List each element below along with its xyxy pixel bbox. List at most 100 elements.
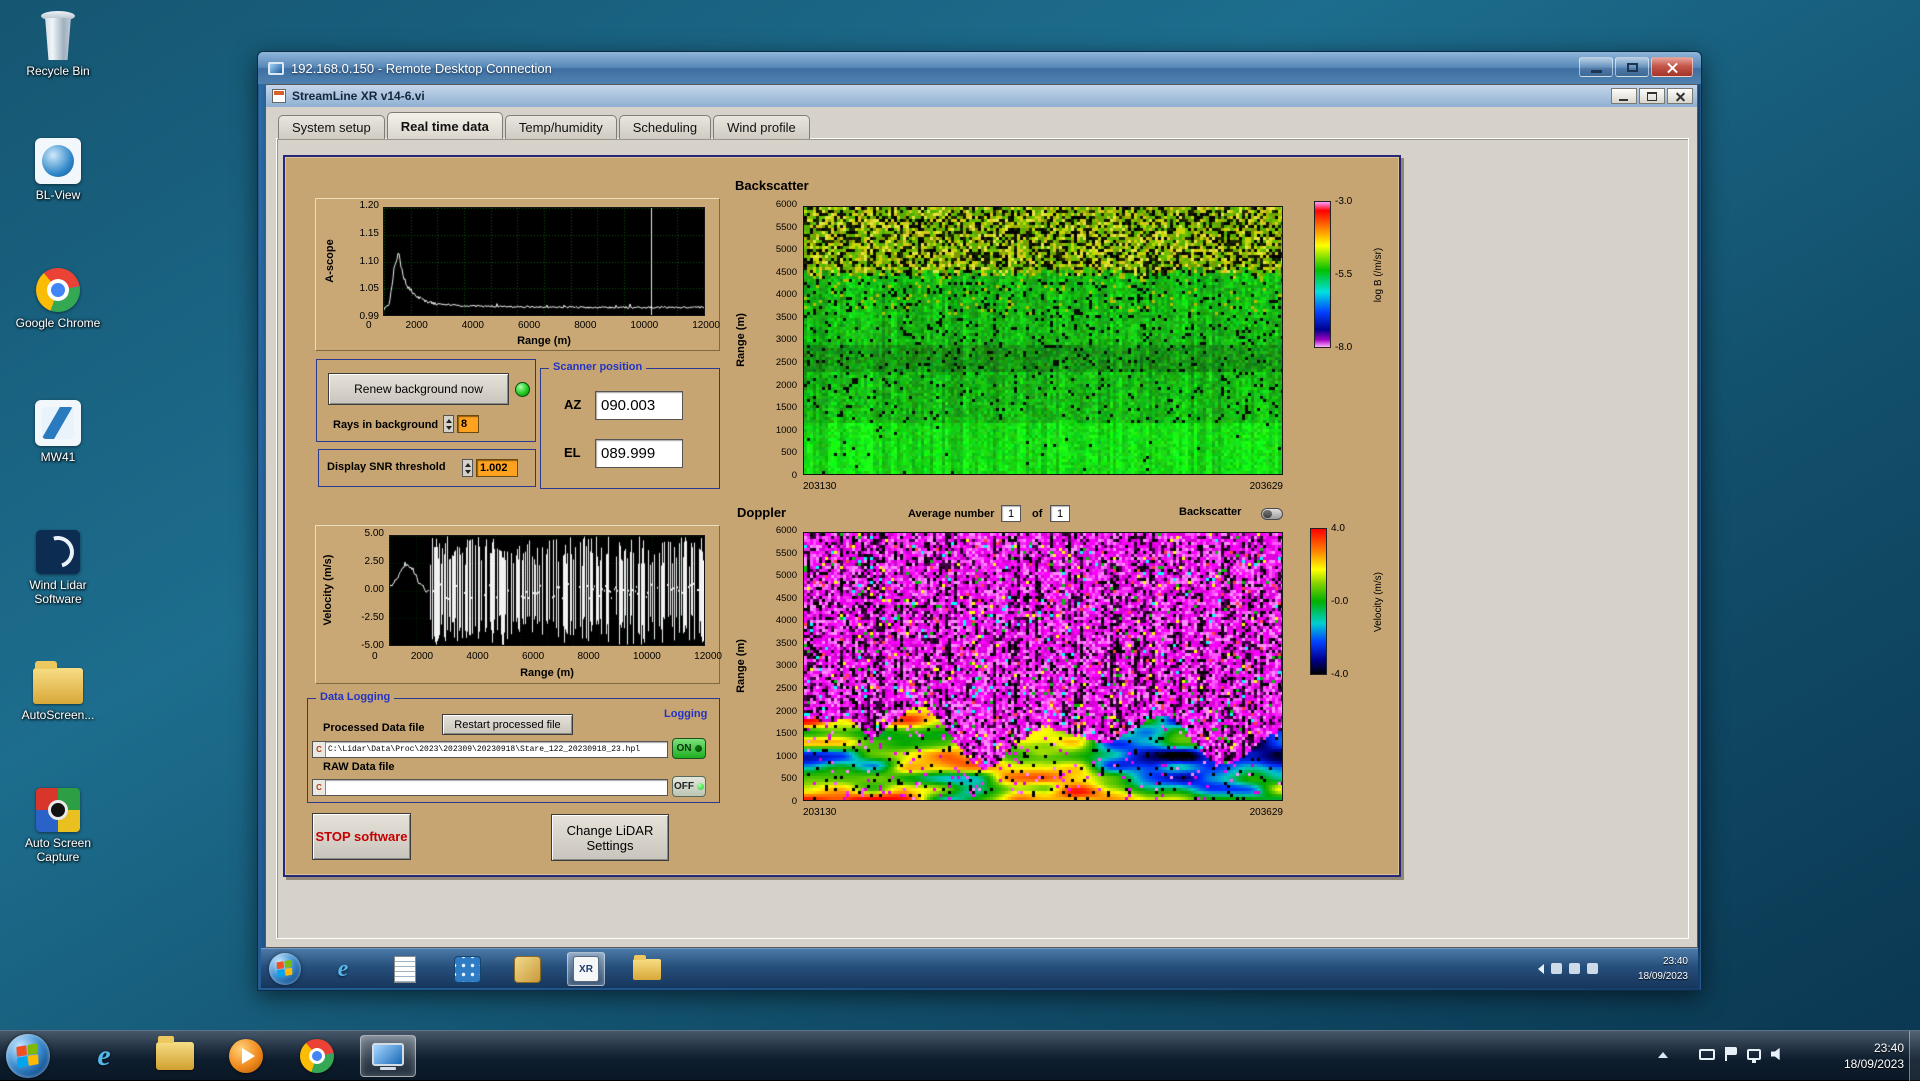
change-lidar-settings-button[interactable]: Change LiDAR Settings (551, 814, 669, 861)
remote-task-streamline-xr[interactable]: XR (567, 952, 605, 986)
app-minimize-button[interactable] (1611, 88, 1637, 104)
snr-value-field[interactable]: 1.002 (476, 459, 518, 477)
velocity-x-ticks: 0 2000 4000 6000 8000 10000 12000 (372, 652, 722, 662)
velocity-plot (389, 535, 705, 646)
remote-task-blue-app[interactable] (449, 952, 485, 986)
desktop-icon-google-chrome[interactable]: Google Chrome (8, 268, 108, 330)
drive-icon[interactable]: C (313, 780, 326, 795)
average-number-field[interactable]: 1 (1001, 505, 1021, 522)
processed-path-text: C:\Lidar\Data\Proc\2023\202309\20230918\… (328, 745, 641, 754)
raw-path-field[interactable]: C (312, 779, 668, 796)
el-value-field[interactable]: 089.999 (595, 439, 683, 468)
remote-tray-network-icon[interactable] (1551, 963, 1562, 974)
tab-scheduling[interactable]: Scheduling (618, 115, 712, 139)
tray-network-icon[interactable] (1747, 1048, 1761, 1063)
backscatter-colorbar-label: log B (/m/sr) (1373, 247, 1384, 303)
tick-label: 5500 (775, 221, 797, 233)
remote-clock-date: 18/09/2023 (1637, 971, 1688, 982)
start-button[interactable] (6, 1034, 50, 1078)
rdp-close-button[interactable] (1651, 57, 1693, 77)
desktop-icon-label: Recycle Bin (26, 64, 90, 78)
tick-label: -8.0 (1335, 342, 1353, 353)
remote-task-notepad[interactable] (387, 952, 423, 986)
average-total-field[interactable]: 1 (1050, 505, 1070, 522)
tick-label: 2000 (405, 320, 428, 331)
doppler-x-ticks: 203130 203629 (803, 807, 1283, 818)
tray-keyboard-icon[interactable] (1699, 1048, 1715, 1060)
tray-action-center-flag-icon[interactable] (1725, 1047, 1737, 1061)
desktop-icon-auto-screen-capture[interactable]: Auto Screen Capture (8, 788, 108, 864)
rdp-titlebar[interactable]: 192.168.0.150 - Remote Desktop Connectio… (258, 52, 1701, 84)
remote-task-internet-explorer[interactable]: e (325, 952, 361, 986)
tab-temp-humidity[interactable]: Temp/humidity (504, 115, 617, 139)
desktop-icon-mw41[interactable]: MW41 (8, 400, 108, 464)
tick-label: 5000 (775, 570, 797, 582)
tick-label: 3000 (775, 334, 797, 346)
remote-tray-flag-icon[interactable] (1587, 963, 1598, 974)
ie-icon: e (337, 955, 349, 982)
desktop-icon-bl-view[interactable]: BL-View (8, 138, 108, 202)
tab-real-time-data[interactable]: Real time data (386, 112, 503, 139)
show-desktop-button[interactable] (1909, 1031, 1920, 1081)
mw41-icon (35, 400, 81, 446)
tick-label: 10000 (633, 651, 661, 662)
average-of-label: of (1032, 508, 1043, 520)
remote-task-yellow-app[interactable] (509, 952, 545, 986)
app-close-button[interactable] (1667, 88, 1693, 104)
processed-path-field[interactable]: C C:\Lidar\Data\Proc\2023\202309\2023091… (312, 741, 668, 758)
desktop-icon-wind-lidar[interactable]: Wind Lidar Software (8, 530, 108, 606)
hidden-icons-arrow-icon[interactable] (1538, 963, 1544, 974)
task-windows-media-player[interactable] (218, 1035, 274, 1077)
drive-icon[interactable]: C (313, 742, 326, 757)
task-internet-explorer[interactable]: e (76, 1035, 132, 1077)
backscatter-toggle[interactable] (1261, 508, 1283, 520)
on-led-icon (694, 745, 702, 752)
tick-label: -5.00 (361, 640, 384, 651)
remote-task-folder[interactable] (629, 952, 665, 986)
renew-background-button[interactable]: Renew background now (328, 373, 509, 405)
show-hidden-icons-button[interactable] (1658, 1052, 1668, 1058)
stop-software-button[interactable]: STOP software (312, 813, 411, 860)
remote-tray (1538, 963, 1598, 974)
bl-view-icon (35, 138, 81, 184)
remote-start-button[interactable] (269, 953, 301, 985)
explorer-folder-icon (156, 1036, 194, 1070)
remote-clock[interactable]: 23:40 18/09/2023 (1638, 954, 1688, 984)
tick-label: 1000 (775, 424, 797, 436)
tick-label: 6000 (521, 651, 545, 662)
az-value-field[interactable]: 090.003 (595, 391, 683, 420)
processed-logging-on-button[interactable]: ON (672, 738, 706, 759)
tick-label: 1500 (775, 402, 797, 414)
app-titlebar[interactable]: StreamLine XR v14-6.vi (266, 85, 1697, 107)
tick-label: 12000 (694, 651, 722, 662)
desktop-icon-autoscreen[interactable]: AutoScreen... (8, 658, 108, 722)
tab-wind-profile[interactable]: Wind profile (713, 115, 810, 139)
remote-tray-volume-icon[interactable] (1569, 963, 1580, 974)
raw-logging-off-button[interactable]: OFF (672, 776, 706, 797)
tick-label: -2.50 (361, 612, 384, 623)
task-remote-desktop[interactable] (360, 1035, 416, 1077)
rdp-maximize-button[interactable] (1615, 57, 1649, 77)
tab-system-setup[interactable]: System setup (278, 115, 385, 139)
rays-value-field[interactable]: 8 (457, 415, 479, 433)
taskbar-clock[interactable]: 23:40 18/09/2023 (1844, 1040, 1904, 1072)
task-chrome[interactable] (289, 1035, 345, 1077)
desktop-icon-label: Google Chrome (15, 316, 101, 330)
desktop-icon-label: Auto Screen Capture (24, 836, 92, 864)
remote-desktop-icon (372, 1042, 404, 1070)
tick-label: 12000 (692, 320, 720, 331)
snr-spinner[interactable] (462, 459, 473, 477)
doppler-plot-canvas (804, 533, 1282, 800)
recycle-bin-icon (38, 8, 78, 60)
app-maximize-button[interactable] (1639, 88, 1665, 104)
tick-label: 2.50 (364, 556, 384, 567)
task-windows-explorer[interactable] (147, 1035, 203, 1077)
rays-spinner[interactable] (443, 415, 454, 433)
rdp-minimize-button[interactable] (1579, 57, 1613, 77)
velocity-plot-canvas (390, 536, 704, 645)
desktop-icon-recycle-bin[interactable]: Recycle Bin (8, 8, 108, 78)
tick-label: 4000 (775, 615, 797, 627)
tab-body: A-scope 1.20 1.15 1.10 1.05 0.99 0 2000 4000 60… (276, 138, 1689, 939)
restart-processed-file-button[interactable]: Restart processed file (442, 714, 573, 735)
tray-volume-icon[interactable] (1771, 1047, 1780, 1061)
